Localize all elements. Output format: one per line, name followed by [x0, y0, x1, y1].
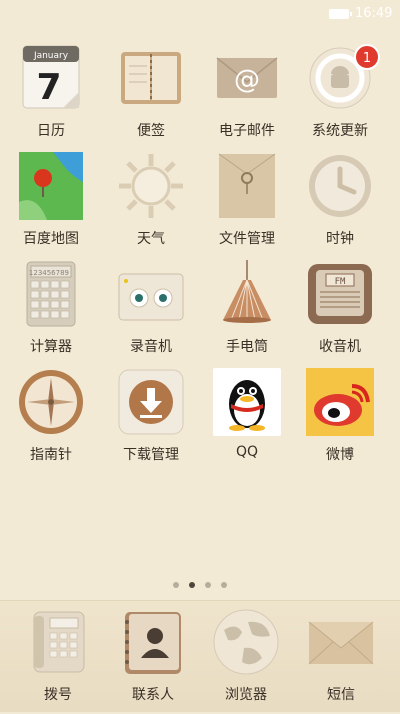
dock-app-browser[interactable]: 浏览器 — [198, 608, 294, 714]
weibo-icon — [306, 368, 382, 436]
status-bar: 16:49 — [0, 0, 400, 28]
app-file-manager[interactable]: 文件管理 — [199, 152, 295, 258]
page-dot[interactable] — [173, 582, 179, 588]
app-weather[interactable]: 天气 — [103, 152, 199, 258]
app-qq[interactable]: QQ — [199, 368, 295, 474]
app-recorder[interactable]: 录音机 — [103, 260, 199, 366]
app-label: 百度地图 — [23, 231, 79, 247]
app-label: 联系人 — [132, 687, 174, 703]
app-label: 系统更新 — [312, 123, 368, 139]
dock-app-contacts[interactable]: 联系人 — [105, 608, 201, 714]
page-dot-current[interactable] — [189, 582, 195, 588]
app-compass[interactable]: 指南针 — [3, 368, 99, 474]
map-icon — [17, 152, 85, 220]
app-baidu-map[interactable]: 百度地图 — [3, 152, 99, 258]
svg-text:@: @ — [234, 65, 260, 95]
app-email[interactable]: @ 电子邮件 — [199, 44, 295, 150]
svg-text:January: January — [33, 51, 69, 61]
app-label: 下载管理 — [123, 447, 179, 463]
notification-badge: 1 — [354, 44, 380, 70]
svg-text:7: 7 — [36, 67, 61, 108]
app-label: 录音机 — [130, 339, 172, 355]
status-time: 16:49 — [355, 6, 393, 21]
envelope-message-icon — [307, 608, 375, 676]
app-download-manager[interactable]: 下载管理 — [103, 368, 199, 474]
app-label: 浏览器 — [225, 687, 267, 703]
app-weibo[interactable]: 微博 — [292, 368, 388, 474]
app-flashlight[interactable]: 手电筒 — [199, 260, 295, 366]
app-calendar[interactable]: January 7 日历 — [3, 44, 99, 150]
compass-icon — [17, 368, 85, 436]
page-dot[interactable] — [205, 582, 211, 588]
dock-app-dialer[interactable]: 拨号 — [10, 608, 106, 714]
clock-icon — [306, 152, 374, 220]
telephone-icon — [24, 608, 92, 676]
qq-penguin-icon — [213, 368, 281, 436]
app-label: 收音机 — [319, 339, 361, 355]
app-label: 日历 — [37, 123, 65, 139]
recorder-icon — [117, 260, 185, 328]
file-folder-icon — [213, 152, 281, 220]
page-indicator — [0, 582, 400, 592]
app-label: 短信 — [327, 687, 355, 703]
calculator-icon: 123456789 — [17, 260, 85, 328]
app-label: 指南针 — [30, 447, 72, 463]
app-radio[interactable]: FM 收音机 — [292, 260, 388, 366]
app-calculator[interactable]: 123456789 计算器 — [3, 260, 99, 366]
notebook-icon — [117, 44, 185, 112]
page-dot[interactable] — [221, 582, 227, 588]
svg-text:123456789: 123456789 — [29, 269, 69, 277]
globe-browser-icon — [212, 608, 280, 676]
app-label: 计算器 — [30, 339, 72, 355]
app-label: 天气 — [137, 231, 165, 247]
radio-icon: FM — [306, 260, 374, 328]
app-label: 文件管理 — [219, 231, 275, 247]
app-notes[interactable]: 便签 — [103, 44, 199, 150]
app-label: 时钟 — [326, 231, 354, 247]
calendar-icon: January 7 — [17, 44, 85, 112]
contacts-icon — [119, 608, 187, 676]
app-clock[interactable]: 时钟 — [292, 152, 388, 258]
dock-app-messages[interactable]: 短信 — [293, 608, 389, 714]
email-icon: @ — [213, 44, 281, 112]
app-label: 便签 — [137, 123, 165, 139]
app-label: QQ — [235, 444, 259, 460]
battery-icon — [329, 9, 352, 19]
weather-sun-icon — [117, 152, 185, 220]
app-label: 电子邮件 — [219, 123, 275, 139]
svg-text:FM: FM — [335, 277, 346, 287]
app-label: 拨号 — [44, 687, 72, 703]
app-label: 手电筒 — [226, 339, 268, 355]
flashlight-lamp-icon — [213, 260, 281, 328]
download-icon — [117, 368, 185, 436]
app-label: 微博 — [326, 447, 354, 463]
